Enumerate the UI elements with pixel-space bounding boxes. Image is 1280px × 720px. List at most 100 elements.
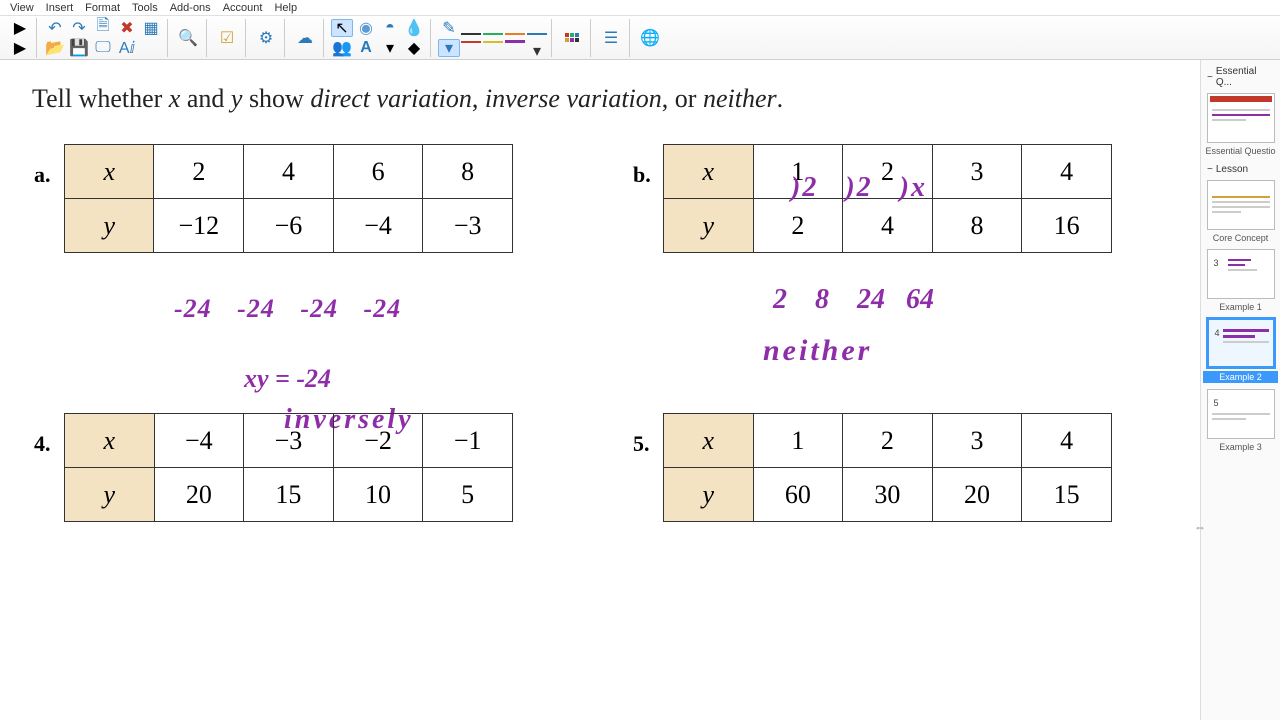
prompt-y: y <box>231 84 243 113</box>
cell: 30 <box>843 468 933 522</box>
list-icon[interactable]: ☰ <box>598 25 624 51</box>
open-icon[interactable]: 📂 <box>44 39 66 57</box>
screen-icon[interactable]: 🖵 <box>92 39 114 57</box>
menu-format[interactable]: Format <box>79 2 126 14</box>
problem-4: 4. x −4 −3 −2 −1 y 20 15 <box>64 413 513 522</box>
menu-view[interactable]: View <box>4 2 40 14</box>
apps-icon[interactable] <box>559 25 585 51</box>
handwriting: )2 )2 )x <box>791 172 927 204</box>
thumb-label: Core Concept <box>1203 233 1278 243</box>
highlight-icon[interactable]: ◉ <box>355 19 377 37</box>
line-red[interactable] <box>461 38 481 46</box>
problem-label: a. <box>34 162 51 188</box>
slide-thumb[interactable]: 5 <box>1207 389 1275 439</box>
cell: −12 <box>154 199 244 253</box>
pointer-right-icon[interactable]: ▶ <box>9 39 31 57</box>
cell: −6 <box>244 199 334 253</box>
zoom-icon[interactable]: 🔍 <box>175 25 201 51</box>
cell: 2 <box>154 145 244 199</box>
line-black[interactable] <box>461 30 481 38</box>
line-orange[interactable] <box>505 30 525 38</box>
handwriting: neither <box>763 334 872 368</box>
cell: 20 <box>932 468 1022 522</box>
ink-icon[interactable]: 💧 <box>403 19 425 37</box>
header-y: y <box>664 468 754 522</box>
cell: −4 <box>333 199 423 253</box>
line-purple[interactable] <box>505 38 525 46</box>
cloud-icon[interactable]: ☁ <box>292 25 318 51</box>
undo-icon[interactable]: ↶ <box>44 19 66 37</box>
text-icon[interactable]: A <box>355 39 377 57</box>
people-icon[interactable]: 👥 <box>331 39 353 57</box>
slide-thumb[interactable] <box>1207 180 1275 230</box>
cursor-icon[interactable]: ↖ <box>331 19 353 37</box>
slide-thumb[interactable]: 3 <box>1207 249 1275 299</box>
cell: −3 <box>244 414 334 468</box>
prompt-seg: Tell whether <box>32 84 169 113</box>
line-dropdown[interactable]: ▾ <box>527 38 547 46</box>
cell: 2 <box>843 414 933 468</box>
slide-thumb[interactable] <box>1207 93 1275 143</box>
menu-addons[interactable]: Add-ons <box>164 2 217 14</box>
redo-icon[interactable]: ↷ <box>68 19 90 37</box>
menu-tools[interactable]: Tools <box>126 2 164 14</box>
thumb-label: Essential Questio <box>1203 146 1278 156</box>
header-y: y <box>65 199 154 253</box>
shape-icon[interactable]: ◓ <box>379 19 401 37</box>
menu-bar: View Insert Format Tools Add-ons Account… <box>0 0 1280 16</box>
delete-icon[interactable]: ✖ <box>116 19 138 37</box>
whiteboard-canvas[interactable]: Tell whether x and y show direct variati… <box>0 60 1140 720</box>
cell: 4 <box>1022 145 1112 199</box>
page-icon[interactable]: 🗎 <box>92 19 114 37</box>
prompt-seg: and <box>180 84 231 113</box>
cell: −3 <box>423 199 513 253</box>
cell: 4 <box>244 145 334 199</box>
section-lesson[interactable]: −Lesson <box>1203 162 1278 177</box>
pen-dropdown-icon[interactable]: ▾ <box>438 39 460 57</box>
grid-icon[interactable]: ▦ <box>140 19 162 37</box>
toolbar: ▶ ▶ ↶ ↷ 🗎 ✖ ▦ 📂 💾 🖵 Aⅈ 🔍 ☑ ⚙ <box>0 16 1280 60</box>
text-size-icon[interactable]: Aⅈ <box>116 39 138 57</box>
menu-insert[interactable]: Insert <box>40 2 80 14</box>
thumb-label: Example 2 <box>1203 371 1278 383</box>
globe-icon[interactable]: 🌐 <box>637 25 663 51</box>
cell: −1 <box>423 414 513 468</box>
gear-icon[interactable]: ⚙ <box>253 25 279 51</box>
prompt-text: Tell whether x and y show direct variati… <box>28 84 1112 114</box>
save-icon[interactable]: 💾 <box>68 39 90 57</box>
header-x: x <box>664 145 754 199</box>
slide-thumb-selected[interactable]: 4 <box>1207 318 1275 368</box>
section-essential[interactable]: −Essential Q... <box>1203 64 1278 90</box>
pen-icon[interactable]: ✎ <box>438 19 460 37</box>
cell: 6 <box>333 145 423 199</box>
line-yellow[interactable] <box>483 38 503 46</box>
prompt-dv: direct variation <box>310 84 472 113</box>
cell: 4 <box>1022 414 1112 468</box>
menu-account[interactable]: Account <box>217 2 269 14</box>
line-green[interactable] <box>483 30 503 38</box>
prompt-seg: . <box>777 84 784 113</box>
eraser-icon[interactable]: ◆ <box>403 39 425 57</box>
check-icon[interactable]: ☑ <box>214 25 240 51</box>
table-5: x 1 2 3 4 y 60 30 20 15 <box>663 413 1112 522</box>
line-blue[interactable] <box>527 30 547 38</box>
pointer-right-icon[interactable]: ▶ <box>9 19 31 37</box>
cell: 16 <box>1022 199 1112 253</box>
header-y: y <box>664 199 754 253</box>
slide-panel: −Essential Q... Essential Questio −Lesso… <box>1200 60 1280 720</box>
handwriting: -24 -24 -24 -24 <box>174 294 401 324</box>
cell: −4 <box>154 414 244 468</box>
prompt-seg: , <box>472 84 485 113</box>
dropdown-icon[interactable]: ▾ <box>379 39 401 57</box>
resize-handle-icon[interactable]: ⇔ <box>1194 520 1206 534</box>
cell: 5 <box>423 468 513 522</box>
canvas-wrap: Tell whether x and y show direct variati… <box>0 60 1200 720</box>
handwriting: 2 8 24 64 <box>773 284 934 316</box>
table-4: x −4 −3 −2 −1 y 20 15 10 5 <box>64 413 513 522</box>
cell: 60 <box>753 468 843 522</box>
menu-help[interactable]: Help <box>268 2 303 14</box>
problem-5: 5. x 1 2 3 4 y 60 30 20 <box>663 413 1112 522</box>
problem-a: a. x 2 4 6 8 y −12 −6 −4 <box>64 144 513 253</box>
prompt-seg: , or <box>662 84 703 113</box>
main-area: Tell whether x and y show direct variati… <box>0 60 1280 720</box>
